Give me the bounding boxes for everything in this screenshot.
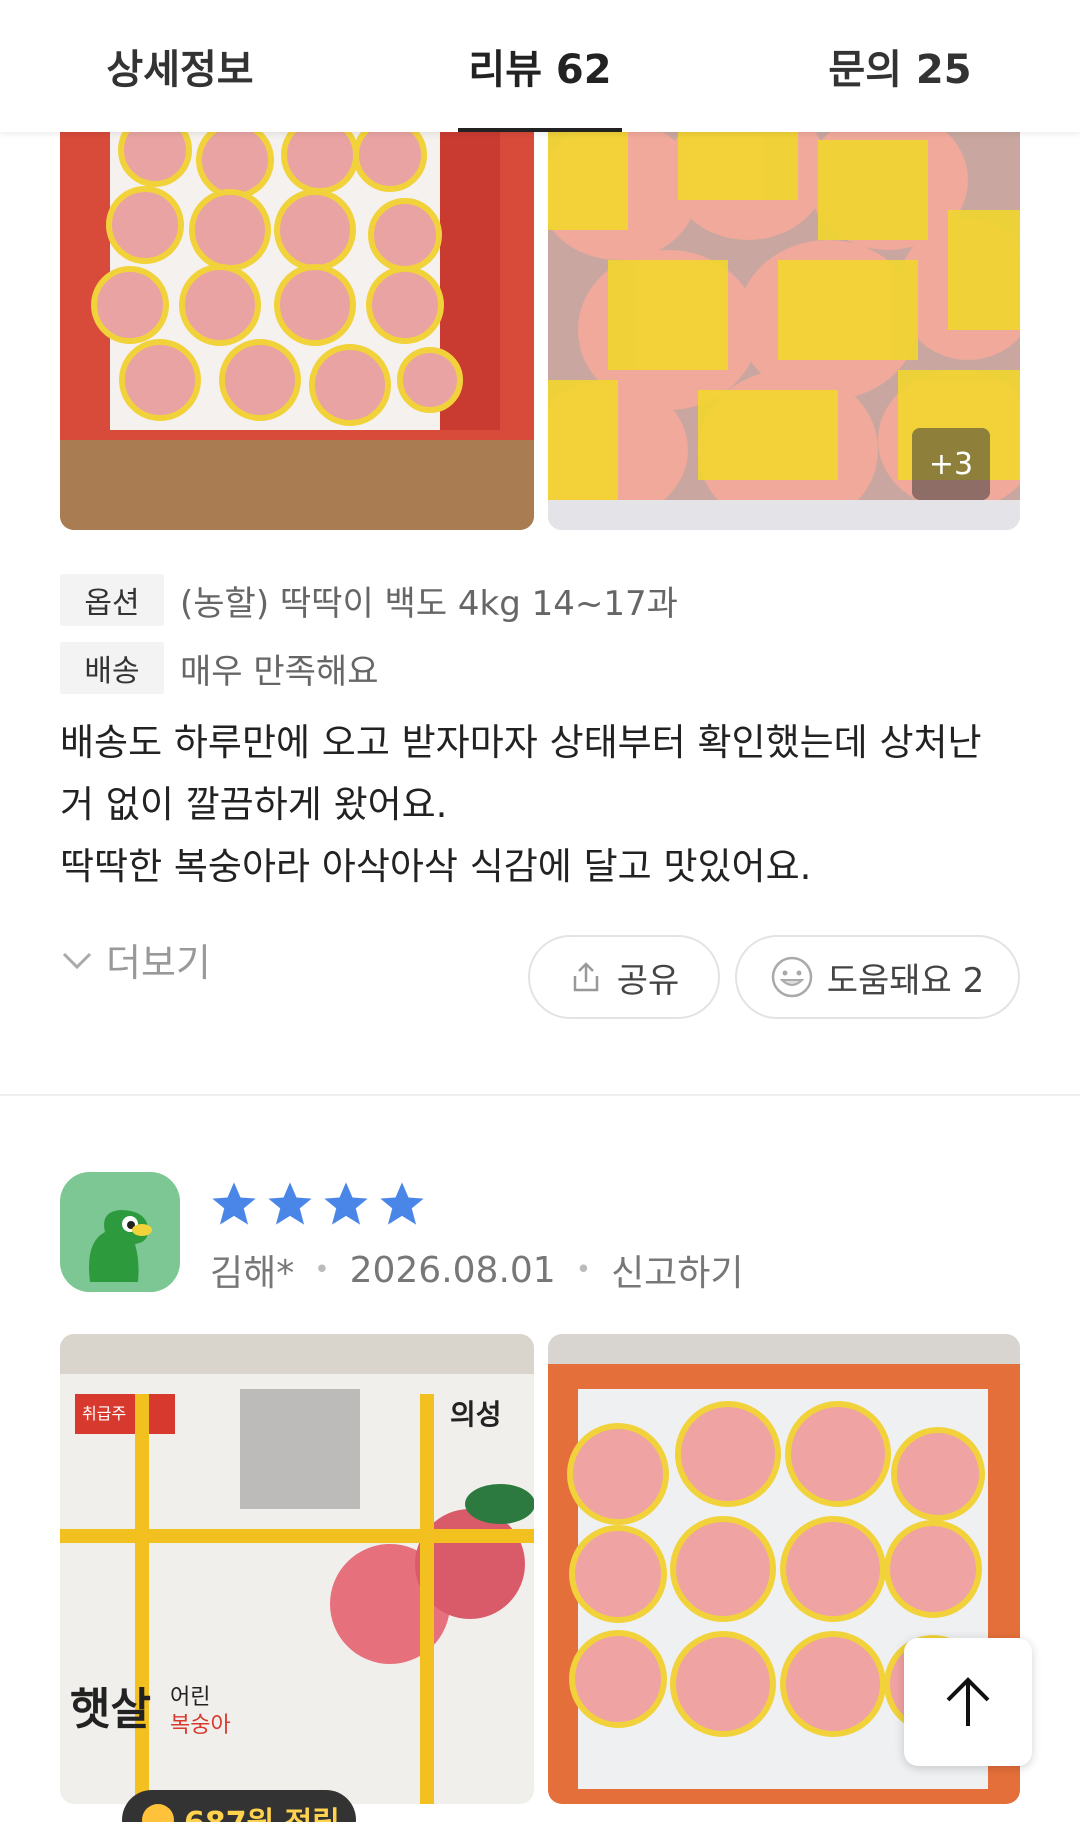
tab-inquiries[interactable]: 문의 25 — [790, 0, 1010, 132]
box-caution-text: 취급주 — [82, 1404, 126, 1423]
delivery-label: 배송 — [60, 642, 164, 694]
review-date: 2026.08.01 — [349, 1249, 556, 1291]
share-icon — [573, 962, 598, 992]
star-icon — [380, 1182, 424, 1225]
box-brand-text: 의성 — [450, 1398, 502, 1431]
tab-reviews[interactable]: 리뷰 62 — [430, 0, 650, 132]
show-more-button[interactable]: 더보기 — [60, 932, 211, 987]
option-row: 옵션 (농할) 딱딱이 백도 4kg 14~17과 — [60, 574, 678, 626]
tab-detail-info[interactable]: 상세정보 — [70, 0, 290, 132]
scroll-to-top-button[interactable] — [904, 1638, 1032, 1766]
chevron-down-icon — [62, 952, 92, 969]
option-value: (농할) 딱딱이 백도 4kg 14~17과 — [180, 583, 678, 624]
review-line: 배송도 하루만에 오고 받자마자 상태부터 확인했는데 상처난 — [60, 721, 982, 764]
box-sub-text: 어린 — [170, 1685, 210, 1710]
review-photo-2[interactable]: +3 — [548, 110, 1020, 530]
star-icon — [268, 1182, 312, 1225]
reviewer-name: 김해* — [210, 1253, 295, 1294]
star-icon — [324, 1182, 368, 1225]
review-photo-3[interactable]: 취급주 의성 햇살 어린 복숭아 — [60, 1334, 534, 1804]
avatar — [60, 1172, 180, 1292]
coin-icon — [142, 1804, 174, 1822]
review-photo-1[interactable] — [60, 110, 534, 530]
review-divider — [0, 1094, 1080, 1096]
more-photos-badge[interactable]: +3 — [912, 428, 990, 500]
review-body: 배송도 하루만에 오고 받자마자 상태부터 확인했는데 상처난 거 없이 깔끔하… — [60, 712, 1020, 898]
show-more-label: 더보기 — [106, 941, 211, 985]
separator-dot: • — [575, 1255, 592, 1285]
point-badge: 687원 적립 — [122, 1790, 356, 1822]
box-peach-text: 복숭아 — [170, 1713, 231, 1738]
helpful-label: 도움돼요 2 — [826, 960, 985, 1001]
share-label: 공유 — [616, 960, 680, 1001]
delivery-row: 배송 매우 만족해요 — [60, 642, 379, 694]
active-tab-indicator — [458, 128, 622, 132]
arrow-up-icon — [946, 1677, 990, 1726]
review-line: 딱딱한 복숭아라 아삭아삭 식감에 달고 맛있어요. — [60, 845, 812, 888]
share-button[interactable]: 공유 — [528, 935, 720, 1019]
star-icon — [212, 1182, 256, 1225]
delivery-value: 매우 만족해요 — [180, 651, 379, 692]
review-meta: 김해* • 2026.08.01 • 신고하기 — [210, 1244, 744, 1296]
tab-bar: 상세정보 리뷰 62 문의 25 — [0, 0, 1080, 132]
smile-icon — [771, 956, 812, 998]
option-label: 옵션 — [60, 574, 164, 626]
box-main-text: 햇살 — [70, 1684, 151, 1735]
rating-stars — [208, 1178, 432, 1230]
separator-dot: • — [314, 1255, 330, 1285]
helpful-button[interactable]: 도움돼요 2 — [735, 935, 1020, 1019]
report-link[interactable]: 신고하기 — [611, 1244, 743, 1296]
point-badge-label: 687원 적립 — [184, 1798, 340, 1822]
review-line: 거 없이 깔끔하게 왔어요. — [60, 783, 448, 826]
